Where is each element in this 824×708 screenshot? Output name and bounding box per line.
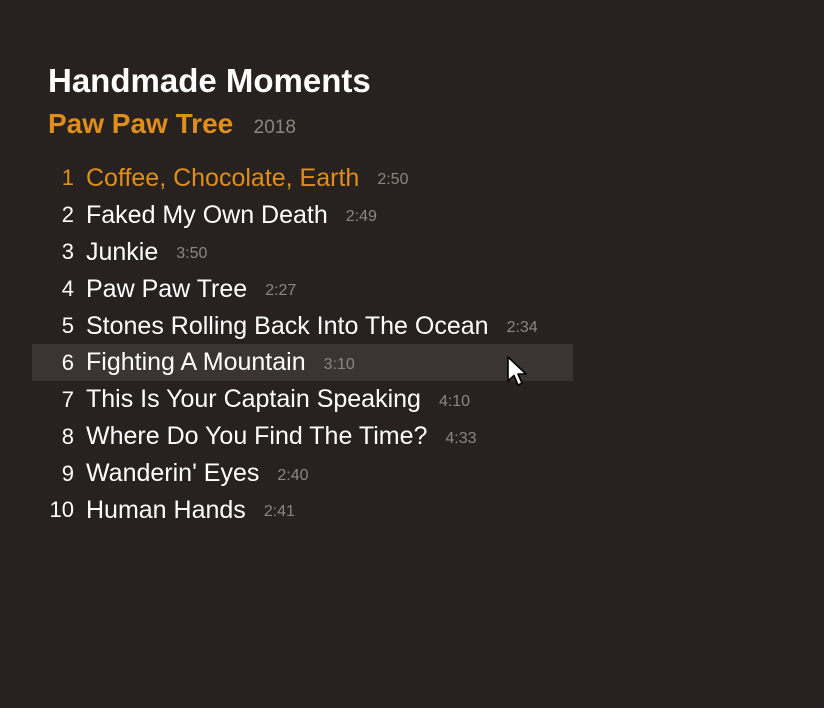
track-title: Wanderin' Eyes [86, 459, 260, 488]
track-row[interactable]: 10 Human Hands 2:41 [32, 492, 573, 529]
album-subtitle: Paw Paw Tree 2018 [48, 108, 296, 140]
track-number: 1 [61, 165, 74, 191]
artist-name[interactable]: Paw Paw Tree [48, 108, 233, 139]
track-title: Stones Rolling Back Into The Ocean [86, 311, 489, 340]
track-title: Where Do You Find The Time? [86, 422, 428, 451]
album-year: 2018 [253, 117, 296, 138]
track-row[interactable]: 9 Wanderin' Eyes 2:40 [32, 455, 573, 492]
track-row[interactable]: 2 Faked My Own Death 2:49 [32, 197, 573, 234]
track-row[interactable]: 3 Junkie 3:50 [32, 234, 573, 271]
track-title: Coffee, Chocolate, Earth [86, 163, 360, 192]
track-number: 10 [49, 497, 74, 523]
track-duration: 4:10 [438, 392, 471, 410]
track-duration: 2:34 [506, 319, 538, 336]
track-title: Paw Paw Tree [86, 274, 248, 303]
track-duration: 2:40 [277, 466, 309, 484]
track-number: 8 [61, 423, 74, 449]
track-row[interactable]: 6 Fighting A Mountain 3:10 [32, 344, 573, 382]
track-title: Junkie [86, 237, 159, 266]
pointer-cursor-icon [507, 356, 527, 386]
track-title: Human Hands [86, 495, 246, 524]
track-row[interactable]: 1 Coffee, Chocolate, Earth 2:50 [32, 160, 573, 197]
track-row[interactable]: 5 Stones Rolling Back Into The Ocean 2:3… [32, 308, 573, 345]
album-title: Handmade Moments [48, 62, 371, 99]
track-number: 9 [61, 460, 74, 486]
album-view: Handmade Moments Paw Paw Tree 2018 1 Cof… [0, 0, 824, 708]
track-row[interactable]: 8 Where Do You Find The Time? 4:33 [32, 418, 573, 455]
track-duration: 2:49 [345, 208, 377, 226]
track-duration: 2:27 [265, 282, 297, 300]
track-number: 2 [61, 202, 74, 228]
track-duration: 3:10 [323, 355, 355, 373]
track-row[interactable]: 7 This Is Your Captain Speaking 4:10 [32, 381, 573, 418]
track-title: Faked My Own Death [86, 200, 328, 229]
track-title: Fighting A Mountain [86, 348, 306, 377]
track-list: 1 Coffee, Chocolate, Earth 2:50 2 Faked … [32, 160, 573, 529]
track-title: This Is Your Captain Speaking [86, 385, 421, 414]
track-number: 4 [61, 276, 74, 302]
track-duration: 2:41 [263, 503, 295, 521]
track-number: 3 [61, 239, 74, 265]
track-duration: 3:50 [176, 245, 208, 263]
track-duration: 2:50 [377, 171, 409, 189]
track-duration: 4:33 [445, 429, 477, 447]
track-number: 5 [61, 313, 74, 338]
track-number: 7 [61, 386, 74, 412]
track-row[interactable]: 4 Paw Paw Tree 2:27 [32, 271, 573, 308]
track-number: 6 [61, 349, 74, 375]
